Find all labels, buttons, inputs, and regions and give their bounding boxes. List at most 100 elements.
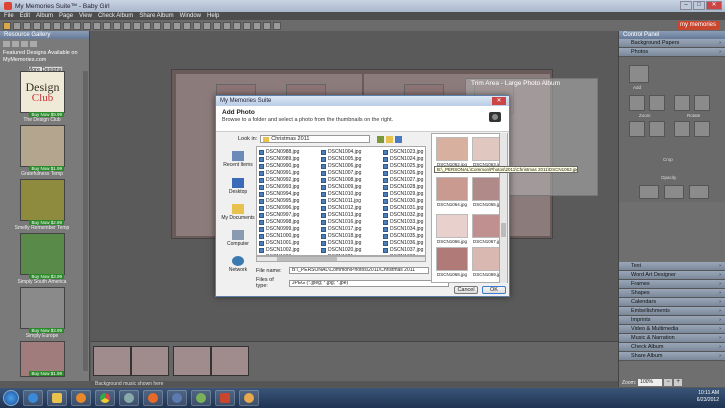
next-design-card[interactable]: Buy Now $1.99: [20, 341, 65, 377]
panel-share-album[interactable]: Share Album: [619, 352, 725, 361]
design-club-card[interactable]: Design Club Buy Now $9.99: [20, 71, 65, 117]
menu-help[interactable]: Help: [207, 13, 219, 19]
menu-page[interactable]: Page: [59, 13, 73, 19]
flip-icon[interactable]: [203, 21, 211, 30]
panel-video-multimedia[interactable]: Video & Multimedia: [619, 325, 725, 334]
file-item[interactable]: DSCN1037.jpg: [383, 247, 425, 254]
taskbar-app3-icon[interactable]: [191, 390, 211, 406]
menu-album[interactable]: Album: [36, 13, 53, 19]
file-item[interactable]: DSCN1012.jpg: [321, 205, 377, 212]
taskbar-app-icon[interactable]: [119, 390, 139, 406]
up-folder-icon[interactable]: [386, 135, 394, 143]
copy-icon[interactable]: [63, 21, 71, 30]
page-thumbnail[interactable]: [131, 346, 169, 376]
file-item[interactable]: DSCN0997.jpg: [259, 212, 315, 219]
add-photo-icon[interactable]: [629, 65, 649, 83]
photo-thumbnail[interactable]: [436, 137, 468, 161]
back-icon[interactable]: [377, 135, 385, 143]
file-item[interactable]: DSCN0995.jpg: [259, 198, 315, 205]
panel-text[interactable]: Text: [619, 262, 725, 271]
zoom-out-button[interactable]: −: [664, 379, 673, 386]
taskbar-app2-icon[interactable]: [167, 390, 187, 406]
close-icon[interactable]: ✕: [706, 1, 722, 10]
file-item[interactable]: DSCN1008.jpg: [321, 177, 377, 184]
photo-thumbnail[interactable]: [436, 214, 468, 238]
file-item[interactable]: DSCN1002.jpg: [259, 247, 315, 254]
taskbar-explorer-icon[interactable]: [23, 390, 43, 406]
shadow-icon[interactable]: [639, 185, 659, 199]
photo-thumbnail[interactable]: [436, 247, 468, 271]
file-item[interactable]: DSCN0993.jpg: [259, 184, 315, 191]
file-item[interactable]: DSCN1030.jpg: [383, 198, 425, 205]
panel-frames[interactable]: Frames: [619, 280, 725, 289]
file-item[interactable]: DSCN1034.jpg: [383, 226, 425, 233]
flip-horizontal-icon[interactable]: [649, 121, 665, 137]
file-item[interactable]: DSCN1023.jpg: [383, 149, 425, 156]
file-item[interactable]: DSCN0998.jpg: [259, 219, 315, 226]
remove-page-icon[interactable]: [103, 21, 111, 30]
resource-tab-3[interactable]: [21, 41, 28, 47]
file-item[interactable]: DSCN1035.jpg: [383, 233, 425, 240]
panel-imprints[interactable]: Imprints: [619, 316, 725, 325]
panel-music-narration[interactable]: Music & Narration: [619, 334, 725, 343]
scroll-thumb[interactable]: [501, 223, 506, 237]
file-item[interactable]: DSCN1026.jpg: [383, 170, 425, 177]
file-item[interactable]: DSCN1019.jpg: [321, 240, 377, 247]
share-icon[interactable]: [263, 21, 271, 30]
save-icon[interactable]: [23, 21, 31, 30]
add-wordart-icon[interactable]: [133, 21, 141, 30]
preview-scrollbar[interactable]: [499, 133, 507, 283]
look-in-select[interactable]: Christmas 2011: [260, 135, 371, 143]
system-clock[interactable]: 10:11 AM 6/23/2012: [697, 390, 719, 404]
undo-icon[interactable]: [33, 21, 41, 30]
file-item[interactable]: DSCN0992.jpg: [259, 177, 315, 184]
zoom-in-icon[interactable]: [629, 95, 645, 111]
flip-vertical-icon[interactable]: [674, 121, 690, 137]
feather-icon[interactable]: [689, 185, 709, 199]
zoom-select[interactable]: 100%: [638, 379, 663, 386]
place-my-documents[interactable]: My Documents: [221, 204, 255, 221]
file-item[interactable]: DSCN1005.jpg: [321, 156, 377, 163]
taskbar-chrome-icon[interactable]: [95, 390, 115, 406]
zoom-in-button[interactable]: +: [674, 379, 683, 386]
zoom-out-icon[interactable]: [649, 95, 665, 111]
effects-icon[interactable]: [694, 121, 710, 137]
taskbar-folder-icon[interactable]: [47, 390, 67, 406]
file-item[interactable]: DSCN1036.jpg: [383, 240, 425, 247]
border-icon[interactable]: [664, 185, 684, 199]
grid-icon[interactable]: [233, 21, 241, 30]
file-list-scrollbar[interactable]: [256, 256, 426, 262]
paste-icon[interactable]: [73, 21, 81, 30]
file-item[interactable]: DSCN1017.jpg: [321, 226, 377, 233]
file-item[interactable]: DSCN1018.jpg: [321, 233, 377, 240]
panel-check-album[interactable]: Check Album: [619, 343, 725, 352]
group-icon[interactable]: [173, 21, 181, 30]
photo-thumbnail[interactable]: [436, 177, 468, 201]
ruler-icon[interactable]: [243, 21, 251, 30]
page-thumbnail[interactable]: [173, 346, 211, 376]
menu-file[interactable]: File: [4, 13, 14, 19]
rotate-left-icon[interactable]: [674, 95, 690, 111]
file-item[interactable]: DSCN1007.jpg: [321, 170, 377, 177]
add-frame-icon[interactable]: [153, 21, 161, 30]
menu-edit[interactable]: Edit: [20, 13, 30, 19]
resource-scrollbar[interactable]: [83, 71, 88, 371]
file-item[interactable]: DSCN0990.jpg: [259, 163, 315, 170]
file-item[interactable]: DSCN1016.jpg: [321, 219, 377, 226]
view-menu-icon[interactable]: [395, 135, 403, 143]
resource-tab-1[interactable]: [3, 41, 10, 47]
panel-background-papers[interactable]: Background Papers: [619, 39, 725, 48]
file-item[interactable]: DSCN1010.jpg: [321, 191, 377, 198]
resource-tab-4[interactable]: [30, 41, 37, 47]
file-item[interactable]: DSCN1013.jpg: [321, 212, 377, 219]
panel-photos[interactable]: Photos: [619, 48, 725, 57]
panel-embellishments[interactable]: Embellishments: [619, 307, 725, 316]
menu-share-album[interactable]: Share Album: [139, 13, 173, 19]
file-item[interactable]: DSCN1031.jpg: [383, 205, 425, 212]
start-button-icon[interactable]: [3, 390, 19, 406]
cut-icon[interactable]: [53, 21, 61, 30]
preview-icon[interactable]: [253, 21, 261, 30]
panel-calendars[interactable]: Calendars: [619, 298, 725, 307]
panel-shapes[interactable]: Shapes: [619, 289, 725, 298]
place-computer[interactable]: Computer: [221, 230, 255, 247]
